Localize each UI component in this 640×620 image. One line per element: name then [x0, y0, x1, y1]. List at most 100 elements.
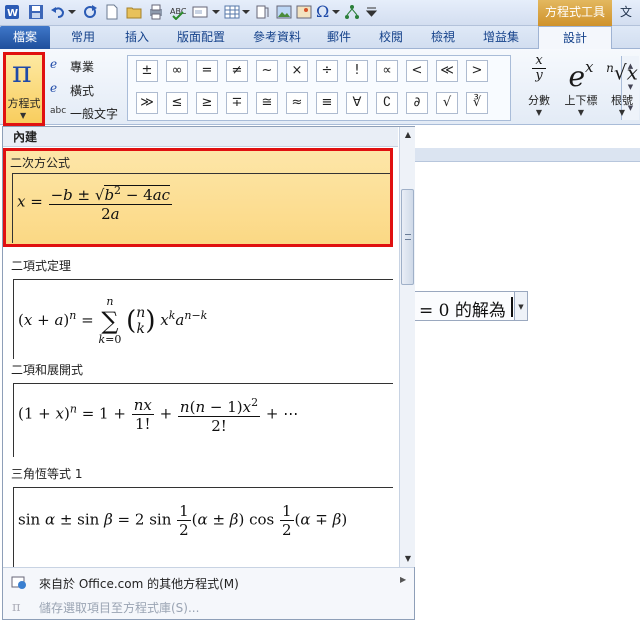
symbols-gallery: ± ∞ = ≠ ~ × ÷! ∝ < ≪ > ≫ ≤ ≥ ∓ ≅ ≈ ≡ ∀ ∁ ∂ √ ∛ ▲ ▼ ▼ — [127, 55, 639, 121]
text-field-icon[interactable] — [192, 4, 208, 20]
picture-icon[interactable] — [276, 4, 292, 20]
script-button[interactable]: ex 上下標 ▼ — [560, 52, 602, 122]
save-selection-label: 儲存選取項目至方程式庫(S)... — [39, 601, 200, 615]
fraction-icon: xy — [520, 54, 558, 83]
undo-icon[interactable] — [50, 4, 66, 20]
tab-design[interactable]: 設計 — [538, 26, 612, 50]
fraction-button[interactable]: xy 分數 ▼ — [520, 52, 558, 122]
chevron-down-icon: ▼ — [577, 108, 585, 117]
open-icon[interactable] — [126, 4, 142, 20]
table-icon[interactable] — [224, 4, 240, 20]
binomial-equation: (x + a)n = n ∑ k=0 (n k) xkan−k — [18, 295, 208, 346]
tab-references[interactable]: 參考資料 — [244, 26, 310, 49]
pi-icon: π — [12, 55, 32, 90]
chevron-right-icon: ▶ — [400, 575, 407, 584]
symbol-button[interactable]: ∞ — [166, 60, 188, 82]
scroll-down-icon[interactable]: ▼ — [400, 551, 416, 567]
quadratic-frame: x = −b ± √b2 − 4ac 2a — [12, 173, 390, 243]
symbol-button[interactable]: ∂ — [406, 92, 428, 114]
entry-title-quadratic-selected: 二次方公式 — [10, 156, 71, 170]
symbol-button[interactable]: ± — [136, 60, 158, 82]
clip-icon[interactable] — [254, 4, 270, 20]
symbol-button[interactable]: ≡ — [316, 92, 338, 114]
window-title: 文 — [620, 5, 633, 19]
normal-text-label: 一般文字 — [70, 107, 119, 121]
symbol-button[interactable]: ≅ — [256, 92, 278, 114]
grip-icon — [405, 234, 411, 240]
symbol-button[interactable]: ~ — [256, 60, 278, 82]
symbol-button[interactable]: √ — [436, 92, 458, 114]
linear-label: 橫式 — [70, 84, 95, 98]
symbol-button[interactable]: ≠ — [226, 60, 248, 82]
symbol-button[interactable]: ∁ — [376, 92, 398, 114]
radical-icon: n√x — [606, 60, 638, 85]
gallery-scrollbar[interactable]: ▲ ▼ — [399, 127, 415, 567]
equation-button-label: 方程式 — [7, 97, 41, 110]
tab-home[interactable]: 常用 — [62, 26, 104, 49]
gallery-section-header: 內建 — [3, 127, 398, 147]
gallery-footer: 來自於 Office.com 的其他方程式(M) ▶ π 儲存選取項目至方程式庫… — [3, 567, 414, 619]
text-cursor — [511, 297, 513, 317]
word-app-icon[interactable]: W — [4, 4, 20, 20]
equation-box[interactable]: = 0 的解為 — [412, 291, 518, 321]
trig-frame[interactable]: sin α ± sin β = 2 sin 1 2 (α ± β) cos 1 2 (α… — [13, 487, 393, 567]
script-icon: ex — [568, 58, 594, 93]
symbol-button[interactable]: ∀ — [346, 92, 368, 114]
chevron-down-icon: ▼ — [535, 108, 543, 117]
undo-dropdown-icon[interactable] — [66, 4, 82, 20]
symbol-button[interactable]: < — [406, 60, 428, 82]
tab-review[interactable]: 校閱 — [370, 26, 412, 49]
symbol-button[interactable]: ! — [346, 60, 368, 82]
save-to-gallery-icon: π — [11, 598, 27, 615]
image-icon[interactable] — [296, 4, 312, 20]
tab-add-ins[interactable]: 增益集 — [474, 26, 528, 49]
tab-file[interactable]: 檔案 — [0, 26, 50, 49]
save-selection-item: π 儲存選取項目至方程式庫(S)... — [3, 594, 414, 618]
abc-icon: abc — [50, 106, 67, 116]
symbol-button[interactable]: ∓ — [226, 92, 248, 114]
chevron-down-icon: ▼ — [618, 108, 626, 117]
new-doc-icon[interactable] — [104, 4, 120, 20]
symbol-button[interactable]: ≪ — [436, 60, 458, 82]
symbol-button[interactable]: ÷ — [316, 60, 338, 82]
scroll-thumb[interactable] — [401, 189, 414, 285]
save-icon[interactable] — [28, 4, 44, 20]
tab-page-layout[interactable]: 版面配置 — [168, 26, 234, 49]
symbol-button[interactable]: > — [466, 60, 488, 82]
qat-dropdown-icon[interactable] — [364, 4, 380, 20]
equation-text[interactable]: = 0 的解為 — [419, 296, 506, 321]
svg-text:W: W — [7, 8, 18, 19]
symbol-button[interactable]: ≫ — [136, 92, 158, 114]
symbol-button[interactable]: ∛ — [466, 92, 488, 114]
symbol-button[interactable]: = — [196, 60, 218, 82]
tab-mailings[interactable]: 郵件 — [318, 26, 360, 49]
professional-format-icon: e — [50, 57, 58, 71]
symbol-button[interactable]: ≈ — [286, 92, 308, 114]
symbol-button[interactable]: × — [286, 60, 308, 82]
radical-label: 根號 — [611, 94, 633, 107]
symbol-button[interactable]: ≤ — [166, 92, 188, 114]
binomial-frame[interactable]: (x + a)n = n ∑ k=0 (n k) xkan−k — [13, 279, 393, 359]
scroll-up-icon[interactable]: ▲ — [400, 127, 416, 143]
radical-button[interactable]: n√x 根號 ▼ — [604, 52, 640, 122]
entry-title-expansion: 二項和展開式 — [11, 363, 84, 377]
quadratic-equation: x = −b ± √b2 − 4ac 2a — [17, 184, 173, 223]
symbol-button[interactable]: ∝ — [376, 60, 398, 82]
more-equations-label: 來自於 Office.com 的其他方程式(M) — [39, 577, 239, 591]
expansion-equation: (1 + x)n = 1 + nx 1! + n(n − 1)x2 2! + ⋯ — [18, 396, 299, 435]
print-preview-icon[interactable] — [148, 4, 164, 20]
equation-button[interactable]: π 方程式 ▼ — [3, 52, 45, 126]
expansion-frame[interactable]: (1 + x)n = 1 + nx 1! + n(n − 1)x2 2! + ⋯ — [13, 383, 393, 457]
equation-tools-title: 方程式工具 — [538, 0, 612, 26]
quick-access-toolbar: W ABC Ω 方程式工具 文 — [0, 0, 640, 26]
quadratic-formula-entry[interactable]: 二次方公式 x = −b ± √b2 − 4ac 2a — [3, 148, 393, 247]
tab-insert[interactable]: 插入 — [116, 26, 158, 49]
tab-view[interactable]: 檢視 — [422, 26, 464, 49]
symbol-button[interactable]: ≥ — [196, 92, 218, 114]
diagram-icon[interactable] — [344, 4, 360, 20]
professional-label: 專業 — [70, 60, 95, 74]
more-equations-office-item[interactable]: 來自於 Office.com 的其他方程式(M) ▶ — [3, 570, 414, 594]
equation-options-dropdown[interactable]: ▼ — [514, 291, 528, 321]
spelling-icon[interactable]: ABC — [170, 4, 186, 20]
redo-icon[interactable] — [82, 4, 98, 20]
